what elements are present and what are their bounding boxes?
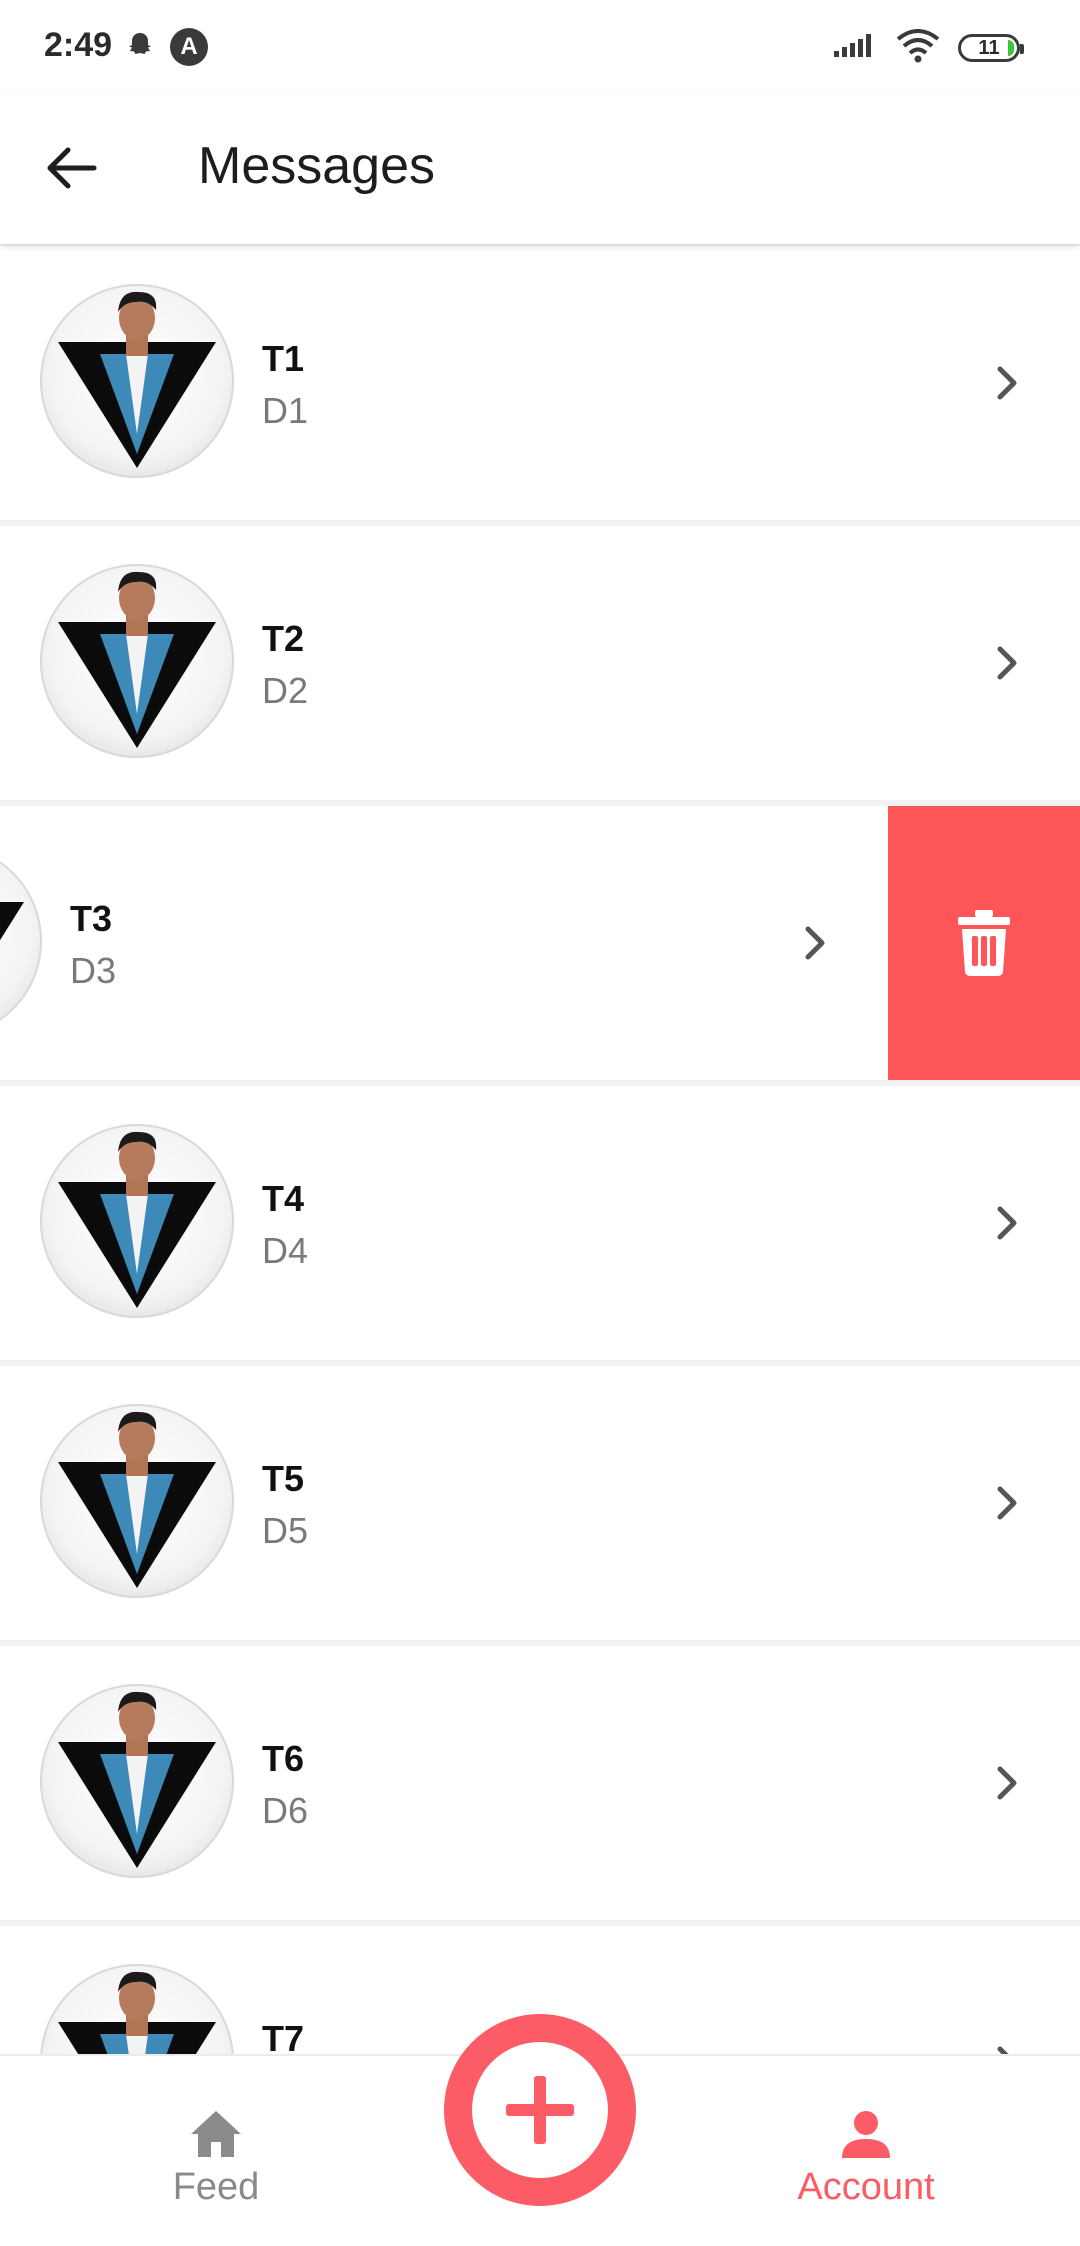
avatar: [40, 1684, 234, 1878]
chevron-right-icon: [982, 358, 1032, 408]
message-row[interactable]: T1 D1: [0, 246, 1080, 520]
message-row-content[interactable]: T3 D3: [0, 806, 888, 1080]
message-row-content[interactable]: T1 D1: [0, 246, 1080, 520]
fab-inner: [472, 2042, 608, 2178]
message-row-content[interactable]: T5 D5: [0, 1366, 1080, 1640]
nav-account-label: Account: [797, 2166, 935, 2208]
message-row[interactable]: T5 D5: [0, 1366, 1080, 1640]
message-description: D6: [262, 1790, 309, 1831]
person-icon: [746, 2106, 986, 2162]
page-title: Messages: [198, 137, 435, 195]
message-row-content[interactable]: T4 D4: [0, 1086, 1080, 1360]
add-button[interactable]: [444, 2014, 636, 2206]
home-icon: [96, 2106, 336, 2162]
message-title: T1: [262, 338, 305, 379]
nav-feed[interactable]: Feed: [96, 2106, 336, 2209]
nav-feed-label: Feed: [172, 2166, 260, 2208]
message-description: D5: [262, 1510, 309, 1551]
message-description: D2: [262, 670, 309, 711]
chevron-right-icon: [982, 1478, 1032, 1528]
chevron-right-icon: [982, 1758, 1032, 1808]
trash-icon: [958, 910, 1010, 976]
chevron-right-icon: [982, 638, 1032, 688]
avatar: [40, 564, 234, 758]
arrow-left-icon: [47, 147, 97, 189]
battery-fill: [1008, 40, 1014, 56]
delete-button[interactable]: [888, 806, 1080, 1080]
message-row[interactable]: T4 D4: [0, 1086, 1080, 1360]
nav-account[interactable]: Account: [746, 2106, 986, 2209]
battery-level: 11: [978, 37, 1000, 59]
message-row-content[interactable]: T6 D6: [0, 1646, 1080, 1920]
status-right-group: 11: [834, 28, 1024, 68]
avatar: [40, 1404, 234, 1598]
snapchat-ghost-icon: [124, 30, 156, 62]
message-row-content[interactable]: T2 D2: [0, 526, 1080, 800]
message-title: T2: [262, 618, 305, 659]
signal-icon: [834, 31, 878, 66]
back-button[interactable]: [36, 132, 108, 204]
avatar: [40, 284, 234, 478]
message-title: T5: [262, 1458, 305, 1499]
avatar: [0, 844, 42, 1038]
message-title: T4: [262, 1178, 305, 1219]
message-list[interactable]: T1D1T2D2T3D3T4D4T5D5T6D6T7D7: [0, 246, 1080, 2206]
status-time: 2:49: [44, 26, 113, 64]
message-description: D4: [262, 1230, 309, 1271]
chevron-right-icon: [790, 918, 840, 968]
chevron-right-icon: [982, 1198, 1032, 1248]
message-row[interactable]: T3 D3: [0, 806, 1080, 1080]
a-badge-icon: A: [170, 28, 208, 66]
message-row[interactable]: T2 D2: [0, 526, 1080, 800]
status-bar: 2:49 A 11: [0, 0, 1080, 96]
wifi-icon: [896, 28, 940, 68]
message-title: T6: [262, 1738, 305, 1779]
message-row[interactable]: T6 D6: [0, 1646, 1080, 1920]
screen: 2:49 A 11 Messages T1 D1 T2 D2 T3 D3 T4 …: [0, 0, 1080, 2246]
message-title: T3: [70, 898, 113, 939]
plus-icon: [506, 2076, 574, 2144]
app-bar: Messages: [0, 96, 1080, 244]
message-description: D1: [262, 390, 309, 431]
message-description: D3: [70, 950, 117, 991]
battery-icon: 11: [958, 34, 1024, 62]
avatar: [40, 1124, 234, 1318]
